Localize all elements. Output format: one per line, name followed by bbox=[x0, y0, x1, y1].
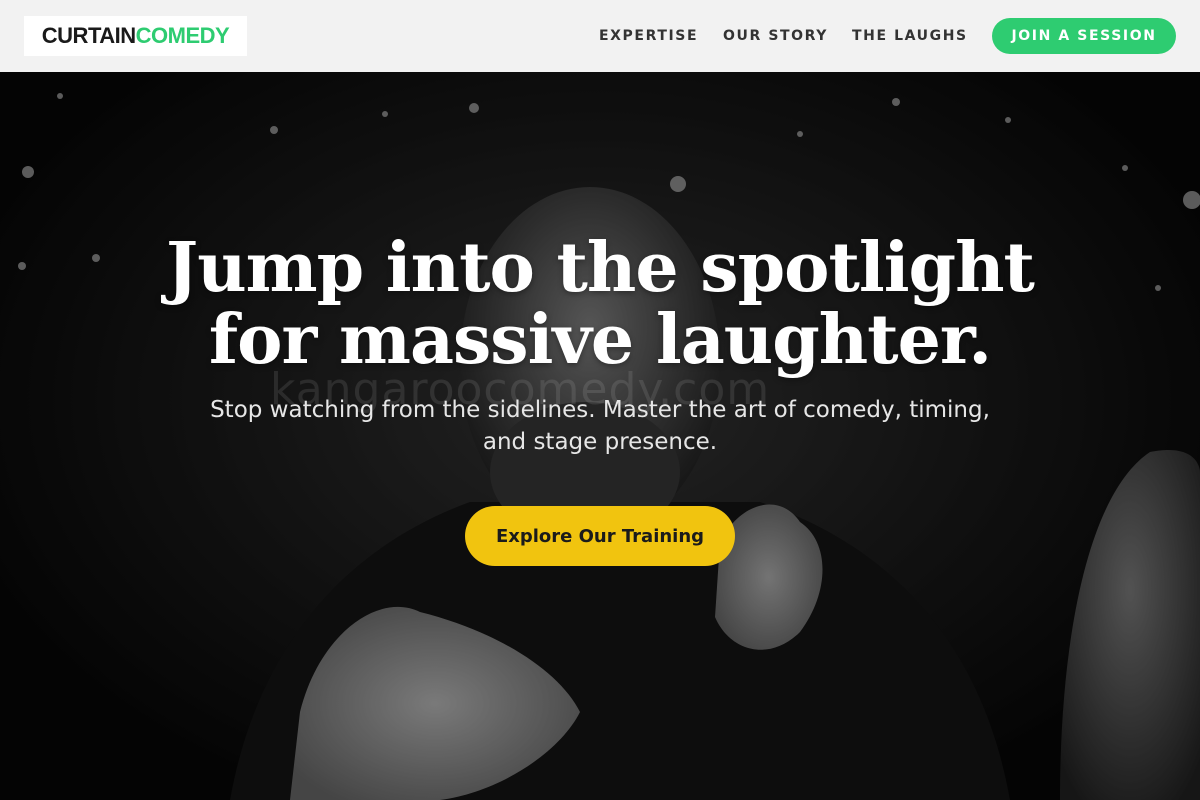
hero-subtitle: Stop watching from the sidelines. Master… bbox=[210, 397, 990, 455]
hero-section: kangaroocomedy.com Jump into the spotlig… bbox=[0, 72, 1200, 800]
logo-text-comedy: COMEDY bbox=[135, 23, 230, 48]
logo-text-curtain: CURTAIN bbox=[41, 23, 136, 48]
site-header: CURTAIN COMEDY EXPERTISE OUR STORY THE LA… bbox=[0, 0, 1200, 72]
explore-training-button[interactable]: Explore Our Training bbox=[465, 506, 735, 566]
hero-headline-line-2: for massive laughter. bbox=[208, 300, 992, 380]
join-session-button[interactable]: JOIN A SESSION bbox=[992, 18, 1176, 54]
hero-headline: Jump into the spotlight for massive laug… bbox=[100, 232, 1100, 376]
hero-content: Jump into the spotlight for massive laug… bbox=[100, 232, 1100, 458]
site-logo[interactable]: CURTAIN COMEDY bbox=[24, 16, 247, 56]
nav-link-the-laughs[interactable]: THE LAUGHS bbox=[852, 27, 968, 45]
nav-link-expertise[interactable]: EXPERTISE bbox=[599, 27, 698, 45]
hero-headline-line-1: Jump into the spotlight bbox=[166, 228, 1035, 308]
nav-link-our-story[interactable]: OUR STORY bbox=[723, 27, 828, 45]
